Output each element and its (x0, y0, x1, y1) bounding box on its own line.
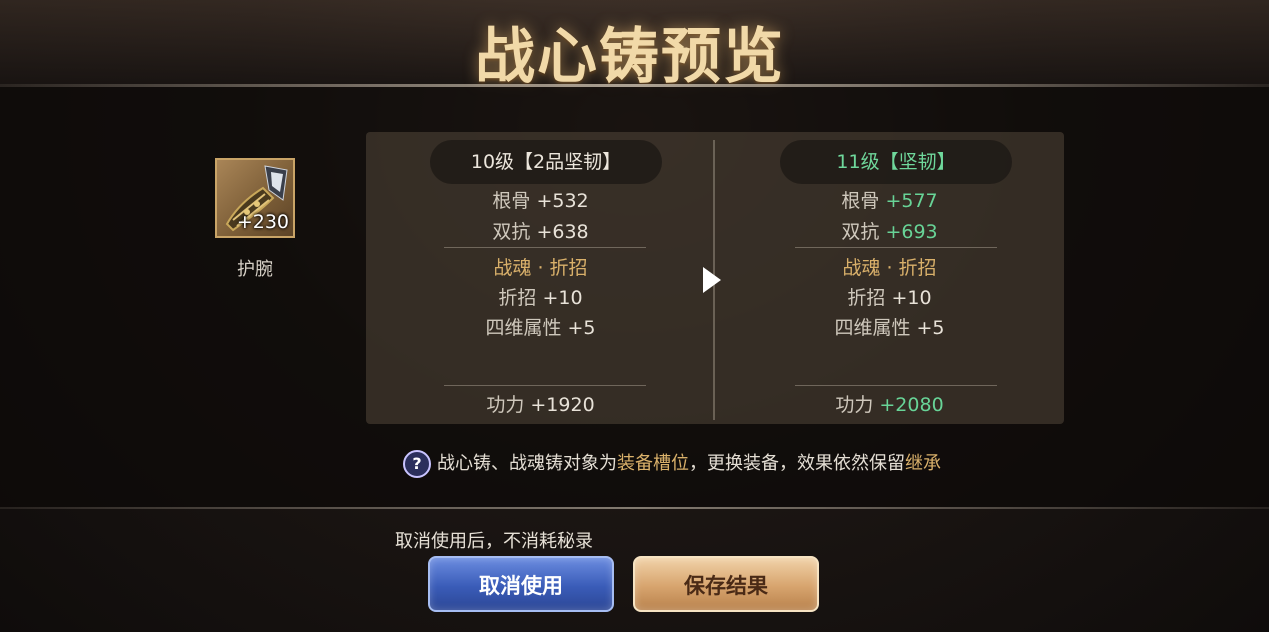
hint-text: 战心铸、战魂铸对象为 (437, 453, 617, 474)
stat-label: 双抗 (492, 221, 531, 243)
skill-title: 战魂 · 折招 (493, 257, 588, 279)
power-row: 功力 +2080 (715, 390, 1064, 417)
hint-highlight-inherit: 继承 (905, 453, 941, 474)
current-level-header: 10级【2品坚韧】 (430, 140, 662, 184)
stat-row: 四维属性 +5 (366, 313, 715, 340)
preview-stats-column: 11级【坚韧】 根骨 +577 双抗 +693 战魂 · 折招 折招 +10 四… (715, 132, 1064, 424)
item-enhance-level: +230 (236, 211, 289, 233)
help-icon[interactable]: ? (403, 450, 431, 478)
stat-value: +693 (885, 221, 938, 243)
stat-value: +532 (536, 190, 589, 212)
power-label: 功力 (486, 394, 525, 416)
stat-value: +5 (567, 317, 596, 339)
save-result-button[interactable]: 保存结果 (633, 556, 819, 612)
stat-value: +638 (536, 221, 589, 243)
hint-highlight-slot: 装备槽位 (617, 453, 689, 474)
stat-label: 折招 (498, 287, 537, 309)
stat-value: +5 (916, 317, 945, 339)
cancel-use-button[interactable]: 取消使用 (428, 556, 614, 612)
stat-value: +10 (891, 287, 932, 309)
stat-label: 折招 (847, 287, 886, 309)
section-divider (444, 385, 646, 386)
stat-label: 四维属性 (485, 317, 562, 339)
stat-label: 根骨 (492, 190, 531, 212)
stat-row: 四维属性 +5 (715, 313, 1064, 340)
section-divider (444, 247, 646, 248)
power-value: +2080 (879, 394, 944, 416)
item-name: 护腕 (237, 259, 273, 280)
power-value: +1920 (530, 394, 595, 416)
stat-row: 折招 +10 (366, 283, 715, 310)
stat-value: +577 (885, 190, 938, 212)
page-title: 战心铸预览 (475, 22, 785, 92)
power-label: 功力 (835, 394, 874, 416)
power-row: 功力 +1920 (366, 390, 715, 417)
stat-label: 双抗 (841, 221, 880, 243)
stat-value: +10 (542, 287, 583, 309)
equipment-slot[interactable]: +230 (215, 158, 295, 238)
hint-text: ，更换装备，效果依然保留 (689, 453, 905, 474)
cancel-note: 取消使用后，不消耗秘录 (395, 531, 593, 552)
stat-row: 双抗 +638 (366, 217, 715, 244)
stat-row: 根骨 +577 (715, 186, 1064, 213)
stat-row: 折招 +10 (715, 283, 1064, 310)
arrow-right-icon (703, 267, 721, 293)
stat-label: 根骨 (841, 190, 880, 212)
inheritance-hint: ? 战心铸、战魂铸对象为装备槽位，更换装备，效果依然保留继承 (403, 449, 941, 478)
bottom-divider (0, 507, 1269, 509)
preview-level-header: 11级【坚韧】 (780, 140, 1012, 184)
section-divider (795, 385, 997, 386)
skill-title: 战魂 · 折招 (842, 257, 937, 279)
section-divider (795, 247, 997, 248)
stat-row: 根骨 +532 (366, 186, 715, 213)
stat-row: 双抗 +693 (715, 217, 1064, 244)
stat-label: 四维属性 (834, 317, 911, 339)
current-stats-column: 10级【2品坚韧】 根骨 +532 双抗 +638 战魂 · 折招 折招 +10… (366, 132, 715, 424)
